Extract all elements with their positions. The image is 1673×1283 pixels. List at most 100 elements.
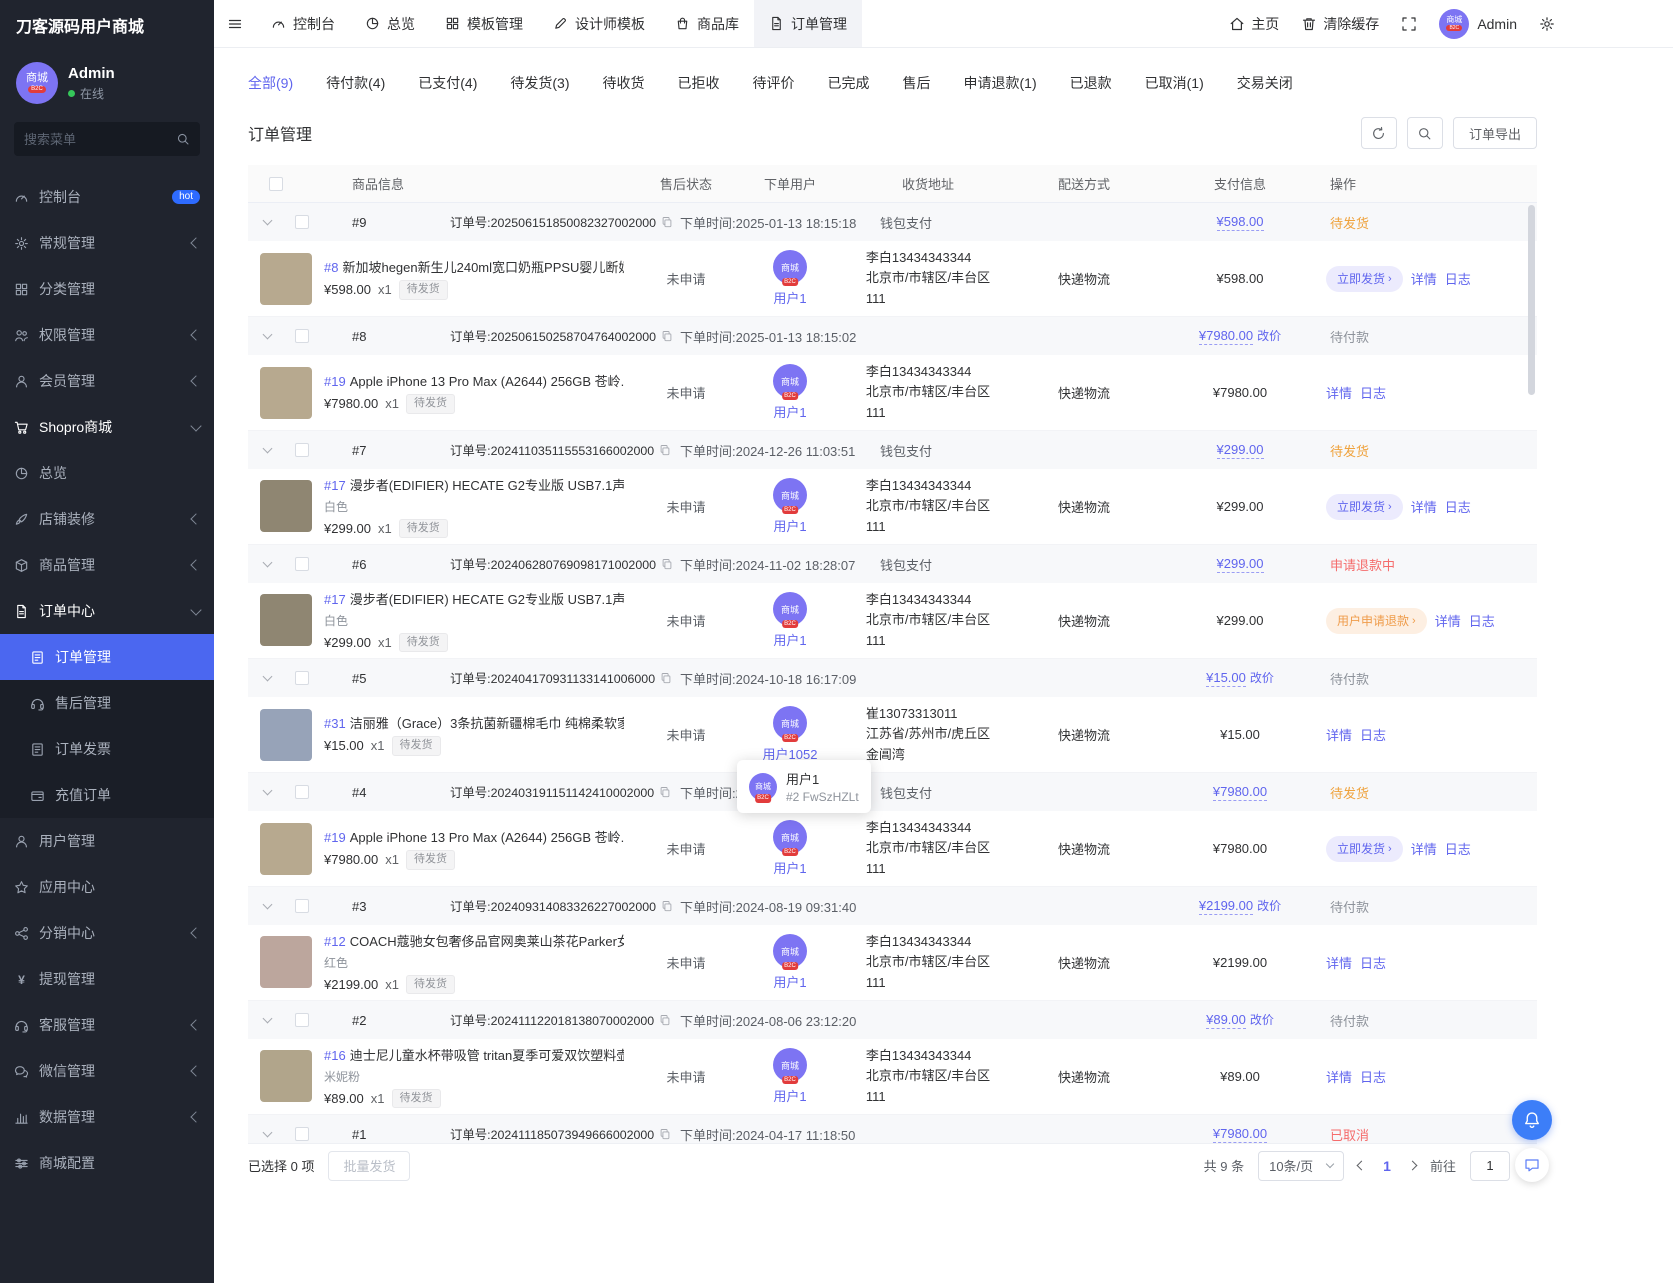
menu-search-input[interactable] xyxy=(24,132,176,147)
copy-icon[interactable] xyxy=(661,558,673,570)
detail-link[interactable]: 详情 xyxy=(1326,953,1352,972)
product-name[interactable]: #19Apple iPhone 13 Pro Max (A2644) 256GB… xyxy=(324,827,624,846)
buyer-name[interactable]: 用户1 xyxy=(773,1086,806,1105)
modify-price-link[interactable]: 改价 xyxy=(1257,897,1281,914)
row-checkbox[interactable] xyxy=(295,443,309,457)
product-name[interactable]: #12COACH蔻驰女包奢侈品官网奥莱山茶花Parker女士... xyxy=(324,931,624,950)
prev-page-button[interactable] xyxy=(1357,1161,1367,1171)
refund-request-button[interactable]: 用户申请退款› xyxy=(1326,608,1427,634)
buyer-name[interactable]: 用户1 xyxy=(773,516,806,535)
status-tab[interactable]: 已完成 xyxy=(828,73,870,93)
order-amount-link[interactable]: ¥598.00 xyxy=(1217,214,1264,231)
next-page-button[interactable] xyxy=(1408,1161,1418,1171)
goto-page-input[interactable] xyxy=(1470,1151,1510,1181)
status-tab[interactable]: 已拒收 xyxy=(678,73,720,93)
order-amount-link[interactable]: ¥7980.00 xyxy=(1213,1126,1267,1143)
buyer-avatar[interactable]: 商城B2C xyxy=(773,1048,807,1082)
detail-link[interactable]: 详情 xyxy=(1326,383,1352,402)
order-amount-link[interactable]: ¥7980.00 xyxy=(1213,784,1267,801)
copy-icon[interactable] xyxy=(659,1014,671,1026)
copy-icon[interactable] xyxy=(661,216,673,228)
log-link[interactable]: 日志 xyxy=(1469,611,1495,630)
detail-link[interactable]: 详情 xyxy=(1411,839,1437,858)
detail-link[interactable]: 详情 xyxy=(1435,611,1461,630)
modify-price-link[interactable]: 改价 xyxy=(1250,669,1274,686)
nav-item[interactable]: 商品库 xyxy=(660,0,754,47)
product-name[interactable]: #8新加坡hegen新生儿240ml宽口奶瓶PPSU婴儿断奶... xyxy=(324,257,624,276)
collapse-row-icon[interactable] xyxy=(263,330,273,340)
buyer-name[interactable]: 用户1 xyxy=(773,972,806,991)
buyer-avatar[interactable]: 商城B2C xyxy=(773,592,807,626)
collapse-row-icon[interactable] xyxy=(263,216,273,226)
fullscreen-icon[interactable] xyxy=(1401,16,1417,32)
sidebar-item[interactable]: 应用中心 xyxy=(0,864,214,910)
buyer-avatar[interactable]: 商城B2C xyxy=(773,706,807,740)
export-orders-button[interactable]: 订单导出 xyxy=(1453,117,1537,149)
sidebar-item[interactable]: 控制台hot xyxy=(0,174,214,220)
modify-price-link[interactable]: 改价 xyxy=(1250,1011,1274,1028)
order-amount-link[interactable]: ¥7980.00 xyxy=(1199,328,1253,345)
per-page-select[interactable]: 10条/页 xyxy=(1258,1151,1344,1181)
status-tab[interactable]: 已取消(1) xyxy=(1145,73,1204,93)
status-tab[interactable]: 售后 xyxy=(903,73,931,93)
row-checkbox[interactable] xyxy=(295,1127,309,1141)
nav-item[interactable]: 订单管理 xyxy=(754,0,862,47)
sidebar-item[interactable]: 数据管理 xyxy=(0,1094,214,1140)
sidebar-item[interactable]: 订单发票 xyxy=(0,726,214,772)
sidebar-item[interactable]: 微信管理 xyxy=(0,1048,214,1094)
buyer-name[interactable]: 用户1 xyxy=(773,630,806,649)
nav-item[interactable]: 设计师模板 xyxy=(538,0,660,47)
sidebar-item[interactable]: 常规管理 xyxy=(0,220,214,266)
buyer-avatar[interactable]: 商城B2C xyxy=(773,364,807,398)
log-link[interactable]: 日志 xyxy=(1360,953,1386,972)
settings-gear-icon[interactable] xyxy=(1539,16,1555,32)
row-checkbox[interactable] xyxy=(295,215,309,229)
status-tab[interactable]: 已退款 xyxy=(1070,73,1112,93)
modify-price-link[interactable]: 改价 xyxy=(1257,327,1281,344)
collapse-row-icon[interactable] xyxy=(263,1128,273,1138)
order-amount-link[interactable]: ¥299.00 xyxy=(1217,442,1264,459)
status-tab[interactable]: 待付款(4) xyxy=(326,73,385,93)
buyer-avatar[interactable]: 商城B2C xyxy=(773,478,807,512)
ship-now-button[interactable]: 立即发货› xyxy=(1326,494,1403,520)
row-checkbox[interactable] xyxy=(295,671,309,685)
order-amount-link[interactable]: ¥2199.00 xyxy=(1199,898,1253,915)
sidebar-item[interactable]: 会员管理 xyxy=(0,358,214,404)
buyer-name[interactable]: 用户1 xyxy=(773,858,806,877)
log-link[interactable]: 日志 xyxy=(1445,269,1471,288)
sidebar-item[interactable]: 售后管理 xyxy=(0,680,214,726)
nav-item[interactable]: 总览 xyxy=(350,0,430,47)
admin-menu[interactable]: 商城 B2C Admin xyxy=(1439,9,1517,39)
nav-item[interactable]: 模板管理 xyxy=(430,0,538,47)
detail-link[interactable]: 详情 xyxy=(1326,1067,1352,1086)
copy-icon[interactable] xyxy=(661,330,673,342)
chat-button[interactable] xyxy=(1515,1148,1549,1182)
row-checkbox[interactable] xyxy=(295,557,309,571)
buyer-avatar[interactable]: 商城B2C xyxy=(773,250,807,284)
detail-link[interactable]: 详情 xyxy=(1326,725,1352,744)
buyer-name[interactable]: 用户1 xyxy=(773,288,806,307)
copy-icon[interactable] xyxy=(659,444,671,456)
ship-now-button[interactable]: 立即发货› xyxy=(1326,266,1403,292)
status-tab[interactable]: 交易关闭 xyxy=(1237,73,1293,93)
collapse-row-icon[interactable] xyxy=(263,444,273,454)
select-all-checkbox[interactable] xyxy=(269,177,283,191)
sidebar-item[interactable]: 商城配置 xyxy=(0,1140,214,1186)
home-link[interactable]: 主页 xyxy=(1229,14,1279,34)
row-checkbox[interactable] xyxy=(295,329,309,343)
row-checkbox[interactable] xyxy=(295,899,309,913)
refresh-button[interactable] xyxy=(1361,117,1397,149)
row-checkbox[interactable] xyxy=(295,1013,309,1027)
sidebar-item[interactable]: 商品管理 xyxy=(0,542,214,588)
search-button[interactable] xyxy=(1407,117,1443,149)
collapse-row-icon[interactable] xyxy=(263,1014,273,1024)
product-name[interactable]: #17漫步者(EDIFIER) HECATE G2专业版 USB7.1声道 ..… xyxy=(324,475,624,494)
table-scrollbar[interactable] xyxy=(1528,205,1535,395)
copy-icon[interactable] xyxy=(661,900,673,912)
product-name[interactable]: #31洁丽雅（Grace）3条抗菌新疆棉毛巾 纯棉柔软家... xyxy=(324,713,624,732)
log-link[interactable]: 日志 xyxy=(1360,725,1386,744)
detail-link[interactable]: 详情 xyxy=(1411,497,1437,516)
menu-toggle-icon[interactable] xyxy=(214,0,256,47)
collapse-row-icon[interactable] xyxy=(263,786,273,796)
admin-profile[interactable]: 商城 B2C Admin 在线 xyxy=(0,50,214,112)
